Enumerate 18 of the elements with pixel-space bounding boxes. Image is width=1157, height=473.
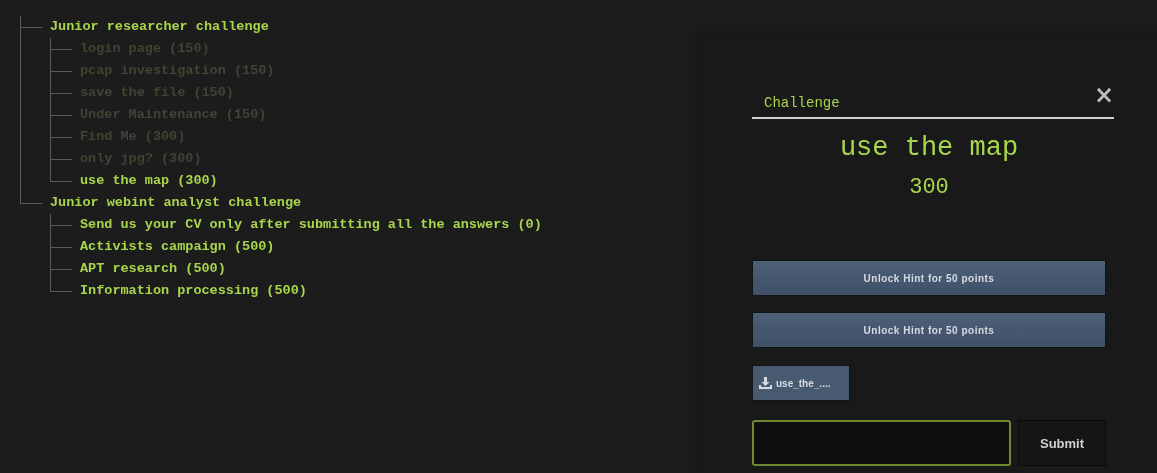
tree-item[interactable]: Activists campaign (500) (80, 236, 275, 258)
download-icon (759, 377, 772, 389)
answer-field[interactable] (752, 420, 1011, 466)
tree-item[interactable]: use the map (300) (80, 170, 218, 192)
tree-item[interactable]: Information processing (500) (80, 280, 307, 302)
submit-button[interactable]: Submit (1018, 420, 1106, 466)
hint-button[interactable]: Unlock Hint for 50 points (752, 260, 1106, 296)
dialog-header: Challenge (764, 95, 840, 111)
close-button[interactable]: × (1093, 85, 1114, 105)
tree-item[interactable]: Send us your CV only after submitting all the answers (0) (80, 214, 542, 236)
challenge-title: use the map (838, 133, 1020, 163)
file-name: use_the_.... (776, 377, 831, 389)
tree-item[interactable]: Junior researcher challenge (50, 16, 269, 38)
challenge-points: 300 (908, 175, 950, 200)
tree-item[interactable]: APT research (500) (80, 258, 226, 280)
tree-item[interactable]: Junior webint analyst challenge (50, 192, 302, 214)
hint-button[interactable]: Unlock Hint for 50 points (752, 312, 1106, 348)
file-download-button[interactable]: use_the_.... (752, 365, 850, 401)
